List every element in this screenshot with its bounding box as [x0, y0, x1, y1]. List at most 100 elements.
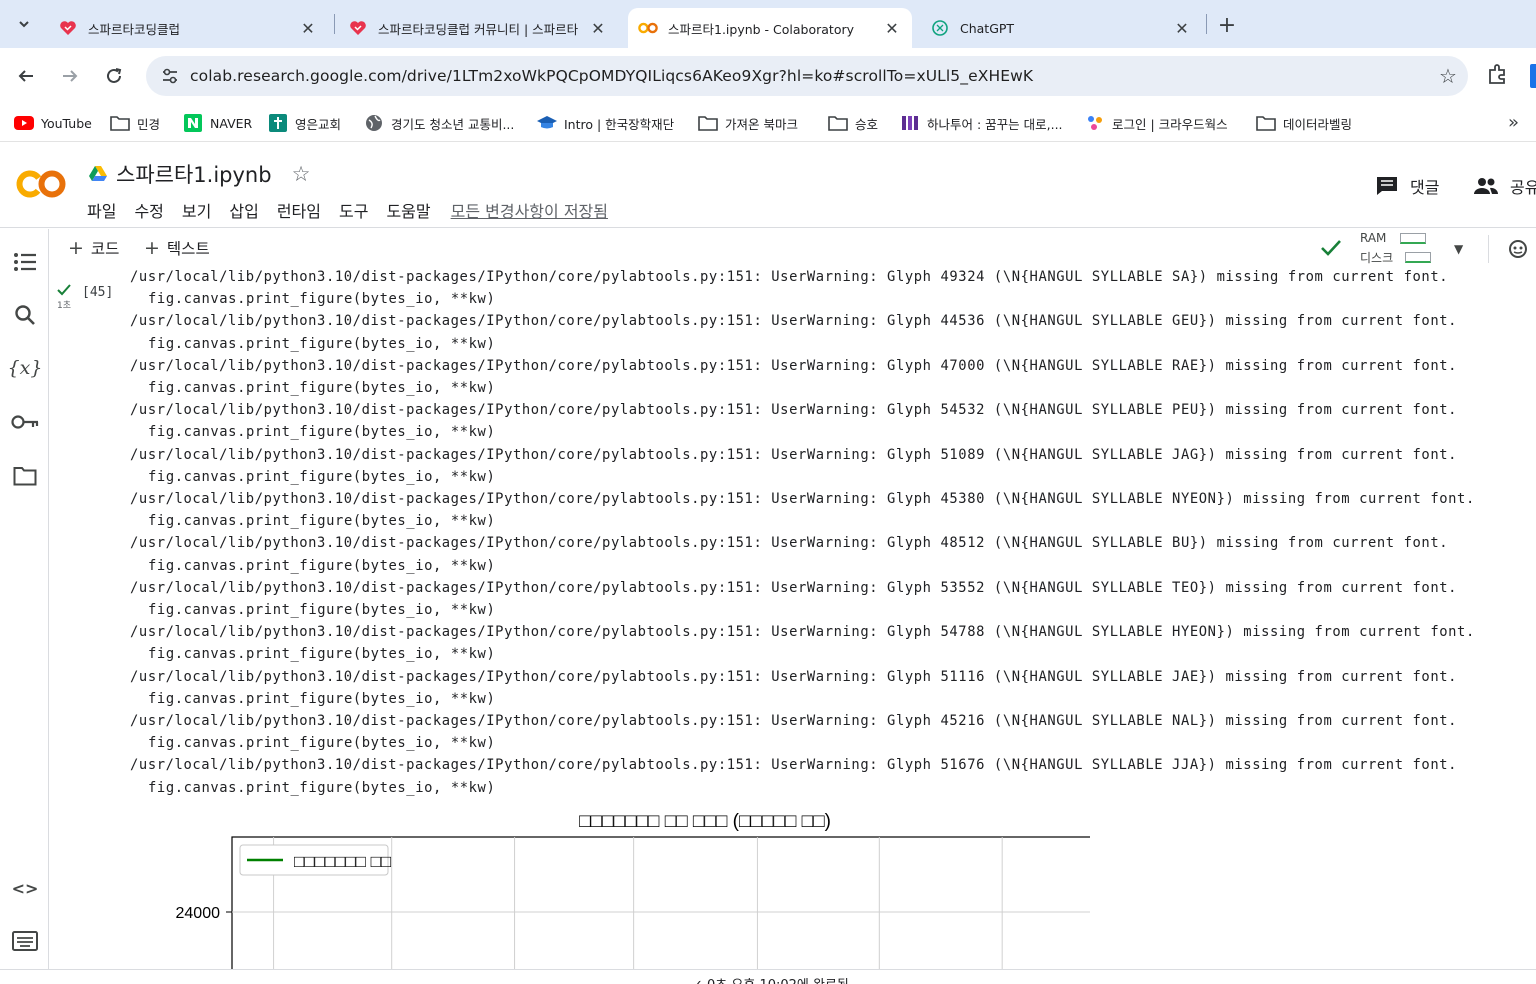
star-notebook-icon[interactable]: ☆ — [292, 162, 311, 186]
warning-line: /usr/local/lib/python3.10/dist-packages/… — [130, 579, 1458, 596]
share-button[interactable]: 공유 — [1474, 174, 1536, 198]
saved-status-link[interactable]: 모든 변경사항이 저장됨 — [451, 198, 608, 222]
share-label: 공유 — [1510, 178, 1536, 197]
bookmark-label: YouTube — [41, 115, 92, 131]
warning-line: /usr/local/lib/python3.10/dist-packages/… — [130, 624, 1475, 641]
menu-insert[interactable]: 삽입 — [229, 198, 258, 222]
search-icon[interactable] — [10, 300, 40, 330]
cell-run-status[interactable]: 1초 — [52, 281, 76, 311]
site-info-icon[interactable] — [150, 68, 190, 84]
disk-indicator[interactable]: 디스크 — [1360, 249, 1432, 266]
bookmark-folder-seungho[interactable]: 승호 — [828, 112, 878, 134]
tab-divider — [1206, 14, 1207, 34]
add-text-label: 텍스트 — [166, 240, 210, 258]
tab-title: 스파르타1.ipynb - Colaboratory — [668, 21, 855, 37]
bookmark-hanatour[interactable]: 하나투어 : 꿈꾸는 대로,... — [900, 112, 1063, 134]
files-folder-icon[interactable] — [10, 461, 40, 491]
legend: □□□□□□□ □□ — [239, 844, 391, 876]
bookmark-gyeonggi[interactable]: 경기도 청소년 교통비... — [364, 112, 514, 134]
command-palette-icon[interactable] — [10, 926, 40, 956]
url-text[interactable]: colab.research.google.com/drive/1LTm2xoW… — [190, 67, 1428, 85]
bookmark-youtube[interactable]: YouTube — [14, 112, 92, 134]
warning-continuation-line: fig.canvas.print_figure(bytes_io, **kw) — [148, 335, 496, 352]
add-code-cell-button[interactable]: + 코드 — [68, 237, 119, 259]
menu-tools[interactable]: 도구 — [339, 198, 368, 222]
bookmark-folder-labeling[interactable]: 데이터라벨링 — [1256, 112, 1352, 134]
comment-label: 댓글 — [1410, 178, 1440, 197]
colab-header: 스파르타1.ipynb ☆ 파일 수정 보기 삽입 런타임 도구 도움말 모든 … — [0, 148, 1536, 228]
tab-colab[interactable]: 스파르타1.ipynb - Colaboratory ✕ — [628, 8, 912, 48]
bookmark-church[interactable]: 영은교회 — [268, 112, 341, 134]
tab-divider — [334, 14, 335, 34]
warning-continuation-line: fig.canvas.print_figure(bytes_io, **kw) — [148, 424, 496, 441]
new-tab-plus-icon[interactable]: + — [1214, 12, 1240, 38]
back-arrow-icon[interactable] — [10, 60, 42, 92]
warning-continuation-line: fig.canvas.print_figure(bytes_io, **kw) — [148, 779, 496, 796]
sparta-heart-icon — [348, 18, 368, 38]
bookmark-label: 하나투어 : 꿈꾸는 대로,... — [927, 116, 1063, 132]
y-tick-label: 24000 — [176, 905, 221, 922]
warning-continuation-line: fig.canvas.print_figure(bytes_io, **kw) — [148, 380, 496, 397]
google-drive-icon[interactable] — [88, 165, 108, 183]
tab-sparta-community[interactable]: 스파르타코딩클럽 커뮤니티 | 스파르타 ✕ — [338, 8, 618, 48]
variables-icon[interactable]: {x} — [8, 353, 43, 383]
colab-logo-icon[interactable] — [16, 164, 68, 204]
reload-icon[interactable] — [98, 60, 130, 92]
bookmark-star-icon[interactable]: ☆ — [1428, 64, 1468, 88]
folder-icon — [110, 114, 130, 132]
table-of-contents-icon[interactable] — [10, 247, 40, 277]
folder-icon — [1256, 114, 1276, 132]
bookmark-label: 데이터라벨링 — [1283, 116, 1353, 132]
notebook-name[interactable]: 스파르타1.ipynb — [116, 159, 272, 189]
warning-line: /usr/local/lib/python3.10/dist-packages/… — [130, 402, 1458, 419]
runtime-dropdown-caret-icon[interactable]: ▼ — [1454, 242, 1463, 256]
extensions-puzzle-icon[interactable] — [1486, 62, 1514, 90]
comment-button[interactable]: 댓글 — [1376, 174, 1439, 198]
menu-edit[interactable]: 수정 — [134, 198, 163, 222]
stderr-output: /usr/local/lib/python3.10/dist-packages/… — [130, 269, 1475, 799]
warning-line: /usr/local/lib/python3.10/dist-packages/… — [130, 535, 1449, 552]
bookmark-folder-imported[interactable]: 가져온 북마크 — [698, 112, 798, 134]
close-tab-icon[interactable]: ✕ — [1172, 19, 1192, 38]
warning-continuation-line: fig.canvas.print_figure(bytes_io, **kw) — [148, 468, 496, 485]
code-snippets-icon[interactable]: <> — [10, 873, 40, 903]
bookmark-crowdworks[interactable]: 로그인 | 크라우드웍스 — [1085, 112, 1228, 134]
menu-help[interactable]: 도움말 — [386, 198, 430, 222]
side-panel-indicator[interactable] — [1530, 64, 1536, 88]
bookmark-label: 가져온 북마크 — [725, 116, 798, 132]
ram-indicator[interactable]: RAM — [1360, 231, 1427, 245]
warning-line: /usr/local/lib/python3.10/dist-packages/… — [130, 313, 1458, 330]
connected-check-icon[interactable] — [1320, 237, 1342, 263]
add-text-cell-button[interactable]: + 텍스트 — [144, 237, 210, 259]
secrets-key-icon[interactable] — [10, 407, 40, 437]
colab-status-bar: ✓ 0초 오후 10:02에 완료됨 — [0, 969, 1536, 984]
bookmarks-bar: YouTube 민경 NAVER 영은교회 경기도 청소년 교통비... Int… — [0, 104, 1536, 142]
close-tab-icon[interactable]: ✕ — [298, 19, 318, 38]
menu-file[interactable]: 파일 — [87, 198, 116, 222]
tab-search-chevron-icon[interactable] — [8, 8, 40, 40]
plus-icon: + — [68, 237, 84, 259]
bookmarks-overflow-chevron-icon[interactable]: » — [1508, 112, 1519, 133]
bookmark-label: Intro | 한국장학재단 — [564, 116, 675, 132]
menu-runtime[interactable]: 런타임 — [277, 198, 321, 222]
cell-output-area: 1초 [45] /usr/local/lib/python3.10/dist-p… — [50, 269, 1536, 969]
bookmark-kosaf[interactable]: Intro | 한국장학재단 — [537, 112, 674, 134]
notebook-toolbar: + 코드 + 텍스트 RAM 디스크 ▼ — [50, 229, 1536, 269]
address-bar[interactable]: colab.research.google.com/drive/1LTm2xoW… — [146, 56, 1468, 96]
close-tab-icon[interactable]: ✕ — [588, 19, 608, 38]
people-icon — [1474, 177, 1498, 195]
cell-exec-time: 1초 — [56, 301, 71, 311]
menu-view[interactable]: 보기 — [182, 198, 211, 222]
bookmark-label: NAVER — [210, 115, 253, 131]
gemini-icon[interactable] — [1508, 239, 1528, 263]
hanatour-icon — [900, 114, 920, 132]
status-text: ✓ 0초 오후 10:02에 완료됨 — [692, 974, 849, 984]
tab-sparta-1[interactable]: 스파르타코딩클럽 ✕ — [48, 8, 328, 48]
bookmark-folder-mingyeong[interactable]: 민경 — [110, 112, 160, 134]
close-tab-icon[interactable]: ✕ — [882, 19, 902, 38]
forward-arrow-icon[interactable] — [54, 60, 86, 92]
browser-toolbar: colab.research.google.com/drive/1LTm2xoW… — [0, 48, 1536, 104]
disk-usage-bar — [1405, 252, 1432, 263]
tab-chatgpt[interactable]: ChatGPT ✕ — [920, 8, 1202, 48]
bookmark-naver[interactable]: NAVER — [183, 112, 252, 134]
